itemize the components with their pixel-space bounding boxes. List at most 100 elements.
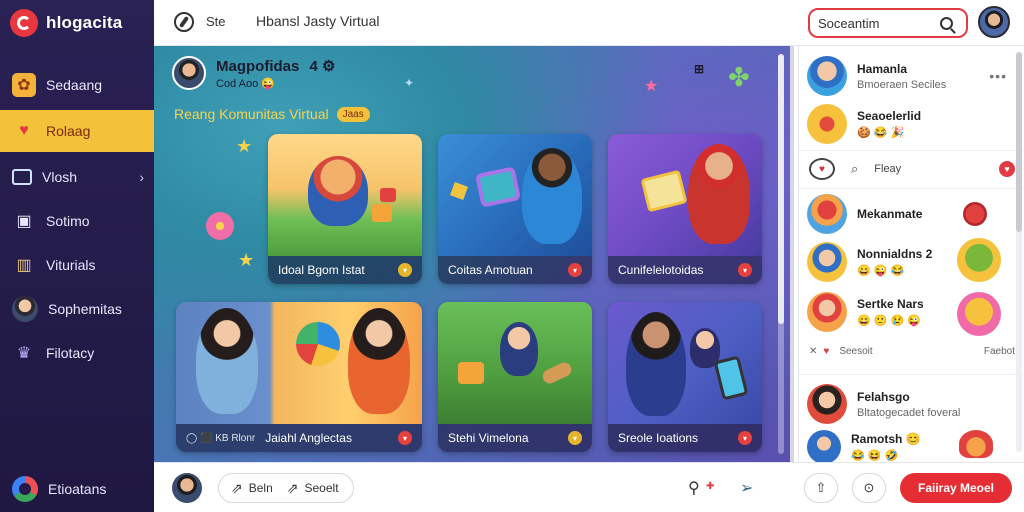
reaction-label: Fleay — [874, 163, 902, 175]
card-caption: Cunifelelotoidas ▾ — [608, 256, 762, 284]
avatar[interactable] — [959, 430, 993, 458]
cross-icon[interactable]: ✕ — [809, 346, 817, 357]
share-button[interactable]: ⇧ — [804, 473, 838, 503]
sidebar-item-sedaang[interactable]: ✿ Sedaang — [0, 64, 154, 106]
card-action-icon[interactable]: ▾ — [398, 263, 412, 277]
card-action-icon[interactable]: ▾ — [568, 431, 582, 445]
avatar[interactable] — [957, 292, 1001, 336]
card-caption: Idoal Bgom Istat ▾ — [268, 256, 422, 284]
more-icon[interactable]: ••• — [989, 68, 1007, 84]
sidebar: hlogacita ✿ Sedaang ♥ Rolaag Vlosh › ▣ S… — [0, 0, 154, 512]
block-icon — [458, 362, 484, 384]
card-caption: Sreole Ioations ▾ — [608, 424, 762, 452]
share-arrow-icon[interactable]: ⇗ — [287, 480, 299, 497]
sidebar-footer-label: Etioatans — [48, 481, 107, 497]
card-action-icon[interactable]: ▾ — [738, 263, 752, 277]
community-card[interactable]: Idoal Bgom Istat ▾ — [268, 134, 422, 284]
avatar[interactable] — [957, 238, 1001, 282]
divider — [799, 374, 1024, 375]
sidebar-item-label: Vlosh — [42, 169, 78, 185]
list-item-sub: Bmoeraen Seciles — [857, 78, 947, 91]
sidebar-item-sophemitas[interactable]: Sophemitas — [0, 288, 154, 330]
send-icon[interactable]: ➢ — [740, 478, 753, 498]
avatar — [807, 56, 847, 96]
list-item[interactable]: Seaoelerlid 🍪 😂 🎉 — [807, 104, 1017, 144]
list-item[interactable]: Felahsgo Bltatogecadet foveral — [807, 384, 1017, 424]
library-icon: ▥ — [16, 257, 32, 274]
brand[interactable]: hlogacita — [10, 8, 122, 38]
primary-action-button[interactable]: Faiiray Meoel — [900, 473, 1012, 503]
card-action-icon[interactable]: ▾ — [398, 431, 412, 445]
search-icon[interactable]: ⌕ — [851, 161, 858, 177]
panel-scrollbar-thumb[interactable] — [1016, 52, 1022, 232]
section-badge[interactable]: Jaas — [336, 106, 370, 122]
brand-logo-icon — [10, 9, 38, 37]
notification-badge-icon[interactable]: ♥ — [999, 161, 1015, 177]
avatar — [807, 384, 847, 424]
main-scrollbar-thumb[interactable] — [778, 54, 784, 324]
card-title: Sreole Ioations — [618, 431, 699, 445]
community-card[interactable]: Sreole Ioations ▾ — [608, 302, 762, 452]
user-avatar[interactable] — [172, 473, 202, 503]
person-avatar — [12, 296, 38, 322]
heart-react-button[interactable]: ♥ — [809, 158, 835, 180]
tablet-icon — [474, 166, 522, 208]
tool-icon — [540, 360, 574, 386]
star-icon: ★ — [238, 250, 255, 270]
community-card[interactable]: Cunifelelotoidas ▾ — [608, 134, 762, 284]
list-item[interactable]: Hamanla Bmoeraen Seciles ••• — [807, 56, 1017, 96]
sidebar-footer[interactable]: Etioatans — [12, 476, 106, 502]
breadcrumb[interactable]: Hbansl Jasty Virtual — [256, 13, 379, 29]
person-figure — [522, 148, 582, 244]
divider — [799, 150, 1024, 151]
sparkle-icon: ✦ — [404, 76, 415, 90]
share-right-label[interactable]: Seoelt — [305, 481, 339, 495]
avatar — [807, 104, 847, 144]
list-item-name: Hamanla — [857, 61, 908, 76]
search-people-icon[interactable]: ⚲ — [688, 478, 700, 498]
sidebar-item-rolaag[interactable]: ♥ Rolaag — [0, 110, 154, 152]
sidebar-item-vlosh[interactable]: Vlosh › — [0, 156, 154, 198]
share-left-label[interactable]: Beln — [249, 481, 273, 495]
user-avatar[interactable] — [978, 6, 1010, 38]
card-title: Idoal Bgom Istat — [278, 263, 365, 277]
character-figure — [308, 156, 368, 226]
site-label: Ste — [206, 14, 226, 29]
panel-footer-left[interactable]: Seesoit — [839, 346, 984, 357]
info-icon: ⊙ — [863, 480, 875, 495]
host-avatar[interactable] — [172, 56, 206, 90]
app-logo-icon — [12, 476, 38, 502]
info-button[interactable]: ⊙ — [852, 473, 886, 503]
card-illustration — [608, 302, 762, 424]
community-card[interactable]: Stehi Vimelona ▾ — [438, 302, 592, 452]
sidebar-item-sotimo[interactable]: ▣ Sotimo — [0, 200, 154, 242]
leaf-icon: ✤ — [728, 62, 750, 92]
share-arrow-icon[interactable]: ⇗ — [231, 480, 243, 497]
sidebar-item-viturials[interactable]: ▥ Viturials — [0, 244, 154, 286]
card-action-icon[interactable]: ▾ — [568, 263, 582, 277]
chevron-right-icon: › — [139, 169, 144, 185]
community-card[interactable]: ◯ ⬛ KB Rlonr Jaiahl Anglectas ▾ — [176, 302, 422, 452]
compass-icon[interactable] — [174, 12, 194, 32]
avatar — [807, 292, 847, 332]
palette-icon: ✿ — [12, 73, 36, 97]
sidebar-item-filotacy[interactable]: ♛ Filotacy — [0, 332, 154, 374]
list-item-sub: 😂 😆 🤣 — [851, 450, 899, 462]
sidebar-item-label: Sophemitas — [48, 301, 122, 317]
search-button[interactable] — [928, 10, 964, 36]
panel-footer-right[interactable]: Faebot — [984, 346, 1015, 357]
flower-icon — [206, 212, 234, 240]
person-figure — [348, 308, 410, 414]
heart-icon[interactable]: ♥ — [823, 346, 829, 357]
card-action-icon[interactable]: ▾ — [738, 431, 752, 445]
sidebar-item-label: Sedaang — [46, 77, 103, 93]
grid-toggle-button[interactable]: ⊞ — [694, 62, 704, 76]
search-input[interactable] — [810, 15, 928, 31]
list-item-name: Felahsgo — [857, 389, 910, 404]
avatar[interactable] — [963, 202, 987, 226]
puzzle-icon — [640, 169, 688, 213]
plus-icon[interactable]: ✚ — [706, 481, 714, 492]
person-figure — [626, 312, 686, 416]
community-card[interactable]: Coitas Amotuan ▾ — [438, 134, 592, 284]
globe-icon — [296, 322, 340, 366]
